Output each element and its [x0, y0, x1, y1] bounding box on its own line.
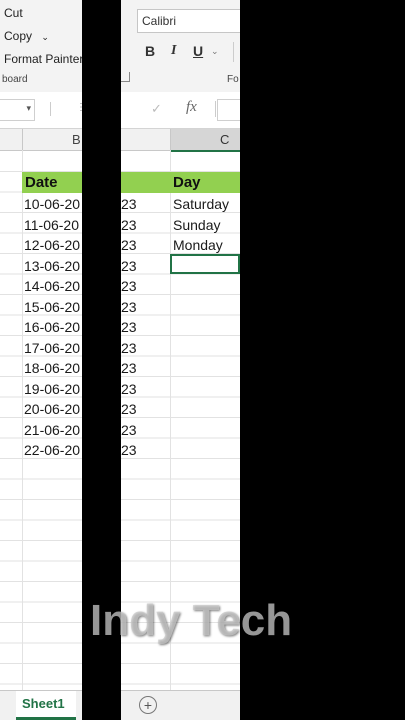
sheet-tab-label: Sheet1 [22, 696, 65, 711]
date-cell-tail[interactable]: 23 [121, 256, 137, 276]
clipboard-group-label: board [2, 74, 28, 85]
date-cell-tail[interactable]: 23 [121, 317, 137, 337]
more-icon: ⋮ [76, 102, 82, 113]
formula-input[interactable] [217, 99, 240, 121]
sheet-tab-sheet1[interactable]: Sheet1 [16, 691, 76, 720]
header-row-fill: Day [121, 172, 240, 193]
date-cell-tail[interactable]: 23 [121, 338, 137, 358]
copy-label: Copy [4, 29, 33, 43]
watermark-text: Indy Tech [90, 596, 293, 645]
sheet-tab-bar: Sheet1 [0, 690, 82, 720]
formula-bar: ✓ fx [121, 92, 240, 129]
date-cell-tail[interactable]: 23 [121, 194, 137, 214]
day-header-cell[interactable]: Day [173, 172, 201, 193]
bold-button[interactable]: B [145, 43, 155, 59]
ribbon-right: Calibri B I U ⌄ Fo [121, 0, 240, 93]
left-panel: Cut Copy ⌄ Format Painter board ▾ ⋮ B Da… [0, 0, 82, 720]
day-cell[interactable]: Sunday [173, 215, 220, 235]
separator [215, 101, 216, 117]
column-header-row: C [121, 129, 240, 152]
copy-button[interactable]: Copy ⌄ [4, 29, 49, 43]
separator [233, 42, 234, 62]
date-cell-tail[interactable]: 23 [121, 379, 137, 399]
font-name-value: Calibri [142, 14, 177, 28]
italic-button[interactable]: I [171, 43, 176, 59]
column-header-b[interactable]: B [72, 132, 81, 147]
date-cell[interactable]: 21-06-20 [24, 420, 80, 440]
column-divider [170, 129, 171, 150]
date-cell-tail[interactable]: 23 [121, 358, 137, 378]
date-cell[interactable]: 14-06-20 [24, 276, 80, 296]
active-cell-c5[interactable] [170, 254, 240, 274]
name-box-area: ▾ ⋮ [0, 92, 82, 129]
date-cell[interactable]: 12-06-20 [24, 235, 80, 255]
date-cell[interactable]: 18-06-20 [24, 358, 80, 378]
date-cell[interactable]: 10-06-20 [24, 194, 80, 214]
column-divider [22, 129, 23, 150]
font-name-box[interactable]: Calibri [137, 9, 240, 33]
column-header-c-selected[interactable]: C [170, 129, 240, 152]
date-cell[interactable]: 11-06-20 [24, 215, 79, 235]
date-cell[interactable]: 19-06-20 [24, 379, 80, 399]
dialog-launcher-icon[interactable] [121, 72, 130, 82]
separator [50, 102, 51, 116]
day-cell[interactable]: Saturday [173, 194, 229, 214]
add-sheet-icon[interactable]: + [139, 696, 157, 714]
date-cell[interactable]: 16-06-20 [24, 317, 80, 337]
fx-icon[interactable]: fx [186, 99, 197, 116]
date-cell[interactable]: 13-06-20 [24, 256, 80, 276]
date-header-cell[interactable]: Date [22, 172, 82, 193]
sheet-tab-bar-right: + [121, 690, 240, 720]
date-cell-tail[interactable]: 23 [121, 420, 137, 440]
date-cell[interactable]: 15-06-20 [24, 297, 80, 317]
date-cell-tail[interactable]: 23 [121, 399, 137, 419]
name-box-dropdown-icon[interactable]: ▾ [26, 103, 31, 114]
date-cell-tail[interactable]: 23 [121, 297, 137, 317]
chevron-down-icon: ⌄ [41, 32, 49, 42]
date-cell-tail[interactable]: 23 [121, 215, 137, 235]
date-cell-tail[interactable]: 23 [121, 440, 137, 460]
date-cell[interactable]: 17-06-20 [24, 338, 80, 358]
day-cell[interactable]: Monday [173, 235, 223, 255]
date-cell[interactable]: 20-06-20 [24, 399, 80, 419]
date-cell[interactable]: 22-06-20 [24, 440, 80, 460]
font-group-label: Fo [227, 74, 239, 85]
underline-button[interactable]: U [193, 43, 203, 59]
enter-check-icon[interactable]: ✓ [151, 101, 162, 117]
date-cell-tail[interactable]: 23 [121, 276, 137, 296]
date-cell-tail[interactable]: 23 [121, 235, 137, 255]
grid-column-line [22, 150, 23, 690]
ribbon-left: Cut Copy ⌄ Format Painter board [0, 0, 82, 93]
column-header-row: B [0, 129, 82, 151]
cut-button[interactable]: Cut [4, 6, 23, 20]
column-header-c: C [220, 132, 230, 147]
underline-dropdown-icon[interactable]: ⌄ [211, 46, 219, 57]
name-box[interactable]: ▾ [0, 99, 35, 121]
format-painter-button[interactable]: Format Painter [4, 52, 82, 66]
